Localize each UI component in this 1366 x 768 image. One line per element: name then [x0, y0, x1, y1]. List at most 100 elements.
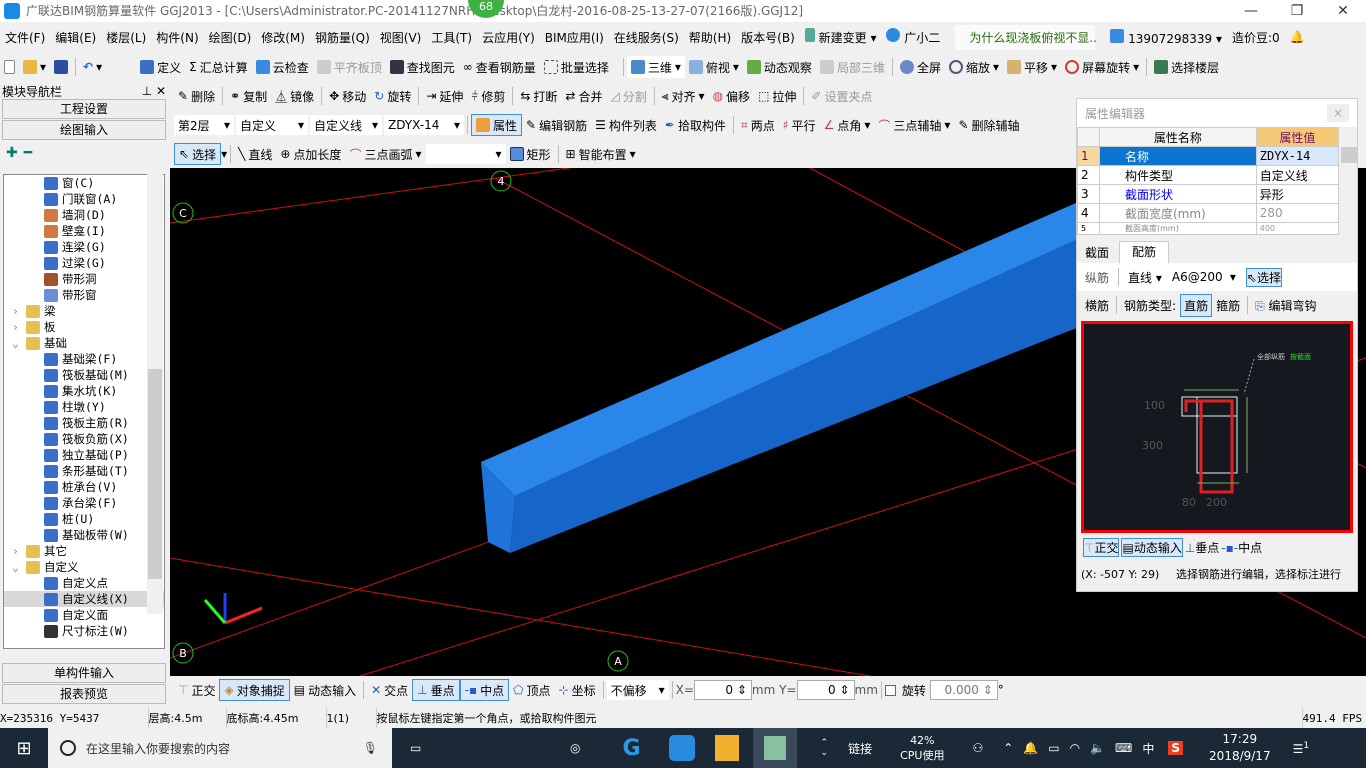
3d-view-button[interactable]: 三维 ▾	[626, 56, 685, 78]
taskbar-scroll[interactable]: ⌃ ⌄	[821, 738, 829, 758]
menu-file[interactable]: 文件(F)	[0, 29, 50, 46]
three-point-arc-button[interactable]: ⌒ 三点画弧 ▾	[345, 143, 425, 165]
fullscreen-button[interactable]: 全屏	[896, 56, 945, 78]
ortho-toggle[interactable]: ⊤ 正交	[174, 679, 219, 701]
menu-cloud[interactable]: 云应用(Y)	[477, 29, 540, 46]
screen-rotate-button[interactable]: 屏幕旋转 ▾	[1061, 56, 1143, 78]
menu-draw[interactable]: 绘图(D)	[204, 29, 257, 46]
keyboard-icon[interactable]: ⌨	[1115, 741, 1132, 755]
floor-select[interactable]: 第2层 ▾	[174, 115, 234, 135]
prop-close-button[interactable]: ×	[1326, 104, 1349, 122]
app-icon-ggj[interactable]	[668, 735, 695, 761]
delete-axis-button[interactable]: ✎ 删除辅轴	[954, 114, 1023, 136]
new-file-button[interactable]	[0, 56, 19, 78]
tree-item[interactable]: 带形洞	[4, 271, 164, 287]
delete-button[interactable]: ✎ 删除	[174, 85, 219, 107]
expand-all-icon[interactable]: ✚	[6, 145, 18, 161]
set-grip-button[interactable]: ✐ 设置夹点	[807, 85, 876, 107]
zoom-button[interactable]: 缩放 ▾	[945, 56, 1003, 78]
menu-rebar[interactable]: 钢筋量(Q)	[310, 29, 375, 46]
x-offset-input[interactable]: 0 ⇕	[693, 680, 752, 700]
tree-item[interactable]: 基础梁(F)	[4, 351, 164, 367]
maximize-button[interactable]: ❐	[1274, 0, 1320, 22]
edit-rebar-button[interactable]: ✎ 编辑钢筋	[522, 114, 591, 136]
wifi-icon[interactable]: ◠	[1070, 741, 1080, 755]
trim-button[interactable]: ⫩ 修剪	[467, 85, 509, 107]
pin-icon[interactable]: ⊥	[142, 84, 152, 98]
select-button[interactable]: ⇖ 选择	[174, 143, 222, 165]
offset-button[interactable]: ◍ 偏移	[709, 85, 755, 107]
coordinate-snap[interactable]: ⊹ 坐标	[555, 679, 600, 701]
align-button[interactable]: ⫷ 对齐 ▾	[658, 85, 709, 107]
tree-item[interactable]: 连梁(G)	[4, 239, 164, 255]
tree-item[interactable]: ⌄ 自定义	[4, 559, 164, 575]
dynamic-input-toggle[interactable]: ▤ 动态输入	[290, 679, 360, 701]
mirror-button[interactable]: ⏅ 镜像	[271, 85, 318, 107]
bell-icon[interactable]: 🔔	[1285, 30, 1310, 44]
arc-combo[interactable]: ▾	[425, 144, 506, 164]
category-select[interactable]: 自定义 ▾	[236, 115, 308, 135]
single-input-tab[interactable]: 单构件输入	[2, 663, 166, 683]
tree-item[interactable]: 窗(C)	[4, 175, 164, 191]
tree-item[interactable]: 自定义点	[4, 575, 164, 591]
perpendicular-button[interactable]: ⊥垂点	[1185, 539, 1219, 556]
midpoint-snap[interactable]: -▪ 中点	[459, 679, 510, 701]
tree-item[interactable]: 基础板带(W)	[4, 527, 164, 543]
tree-item[interactable]: › 板	[4, 319, 164, 335]
menu-component[interactable]: 构件(N)	[151, 29, 203, 46]
offset-select[interactable]: 不偏移 ▾	[606, 680, 669, 700]
battery-icon[interactable]: ▭	[1048, 741, 1059, 755]
rectangle-button[interactable]: 矩形	[506, 143, 555, 165]
properties-button[interactable]: 属性	[471, 114, 523, 136]
tree-item[interactable]: › 梁	[4, 303, 164, 319]
tree-item[interactable]: 承台梁(F)	[4, 495, 164, 511]
pan-button[interactable]: 平移 ▾	[1003, 56, 1061, 78]
y-offset-input[interactable]: 0 ⇕	[796, 680, 855, 700]
tray-expand-icon[interactable]: ⌃	[1003, 741, 1013, 755]
element-select[interactable]: ZDYX-14 ▾	[384, 115, 464, 135]
object-snap-toggle[interactable]: ◈ 对象捕捉	[219, 679, 290, 701]
app-icon-notes[interactable]	[714, 735, 739, 761]
tree-item[interactable]: 条形基础(T)	[4, 463, 164, 479]
rotate-checkbox[interactable]	[884, 684, 896, 696]
line-button[interactable]: ╲ 直线	[234, 143, 276, 165]
notification-bell-icon[interactable]: 🔔	[1023, 741, 1038, 755]
tree-item[interactable]: 桩承台(V)	[4, 479, 164, 495]
tree-vscrollbar[interactable]	[147, 174, 163, 614]
ime-indicator[interactable]: 中	[1142, 740, 1154, 757]
app-icon-glodon[interactable]: G	[622, 736, 640, 761]
intersection-snap[interactable]: ✕ 交点	[367, 679, 412, 701]
vertex-snap[interactable]: ⬠ 顶点	[509, 679, 554, 701]
menu-tools[interactable]: 工具(T)	[426, 29, 477, 46]
menu-help[interactable]: 帮助(H)	[684, 29, 736, 46]
dynamic-input-button[interactable]: ▤动态输入	[1121, 537, 1183, 557]
rebar-spec-select[interactable]: A6@200 ▾	[1167, 267, 1240, 287]
people-icon[interactable]: ⚇	[972, 741, 983, 755]
tree-item[interactable]: 自定义面	[4, 607, 164, 623]
tree-item[interactable]: 筏板负筋(X)	[4, 431, 164, 447]
beam-side-face[interactable]	[510, 240, 1076, 553]
tree-item[interactable]: 柱墩(Y)	[4, 399, 164, 415]
copy-button[interactable]: ⚭ 复制	[226, 85, 271, 107]
summary-calc-button[interactable]: Σ 汇总计算	[185, 56, 252, 78]
merge-button[interactable]: ⇄ 合并	[561, 85, 606, 107]
tree-item[interactable]: 壁龛(I)	[4, 223, 164, 239]
open-file-button[interactable]: ▾	[19, 56, 50, 78]
tree-item[interactable]: 集水坑(K)	[4, 383, 164, 399]
tab-section[interactable]: 截面	[1077, 244, 1117, 261]
annot-label-2[interactable]: 按截面	[1290, 352, 1311, 361]
tree-item[interactable]: 尺寸标注(W)	[4, 623, 164, 639]
tree-item[interactable]: 自定义线(X)	[4, 591, 164, 607]
define-button[interactable]: 定义	[136, 56, 185, 78]
rotate-button[interactable]: ↻ 旋转	[370, 85, 415, 107]
pick-component-button[interactable]: ✒ 拾取构件	[661, 114, 730, 136]
tip-link[interactable]: 为什么现浇板俯视不显..	[955, 24, 1097, 50]
task-view-icon[interactable]: ▭	[410, 741, 430, 755]
tree-item[interactable]: 过梁(G)	[4, 255, 164, 271]
line-type-select[interactable]: 直线 ▾	[1128, 269, 1162, 286]
move-button[interactable]: ✥ 移动	[325, 85, 370, 107]
table-row[interactable]: 5 截面高度(mm) 400	[1077, 222, 1340, 235]
three-point-axis-button[interactable]: ⌒ 三点辅轴 ▾	[874, 114, 954, 136]
extend-button[interactable]: ⇥ 延伸	[422, 85, 467, 107]
menu-bim[interactable]: BIM应用(I)	[540, 29, 609, 46]
